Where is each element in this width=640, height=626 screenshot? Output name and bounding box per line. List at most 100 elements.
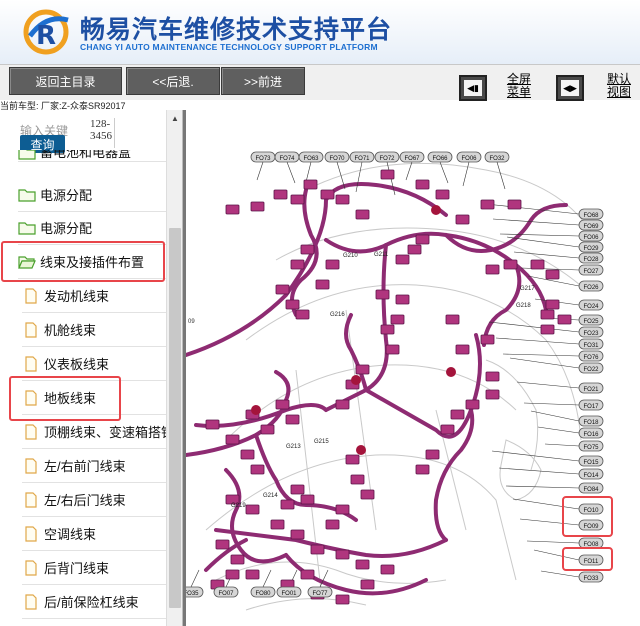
connector-block [545, 269, 560, 280]
sidebar-item-label: 后背门线束 [44, 561, 110, 576]
app-title: 畅易汽车维修技术支持平台 [80, 15, 393, 44]
harness-segment [186, 182, 448, 357]
connector-block [375, 289, 390, 300]
connector-block [380, 324, 395, 335]
sidebar-item-label: 后/前保险杠线束 [44, 595, 139, 610]
connector-block [275, 399, 290, 410]
connector-block [485, 371, 500, 382]
connector-block [300, 244, 315, 255]
forward-button[interactable]: >>前进 [221, 67, 305, 95]
connector-block [325, 259, 340, 270]
connector-block [300, 569, 315, 580]
sidebar-item-label: 仪表板线束 [44, 357, 110, 372]
connector-block [425, 449, 440, 460]
connector-label: FO29 [583, 246, 599, 252]
connector-label: FO80 [255, 591, 271, 597]
sidebar-item[interactable]: 左/右后门线束 [22, 483, 172, 517]
connector-label: FO23 [583, 331, 599, 337]
leader-line [523, 402, 580, 406]
connector-plug [251, 405, 261, 415]
connector-label: FO25 [583, 319, 599, 325]
leader-line [495, 337, 580, 345]
fullscreen-menu-link[interactable]: 全屏 菜单 [505, 73, 533, 99]
connector-block [225, 204, 240, 215]
connector-block [507, 199, 522, 210]
sidebar-item[interactable]: 线束及接插件布置 [18, 245, 168, 279]
connector-block [290, 529, 305, 540]
sidebar-item[interactable]: 地板线束 [22, 381, 172, 415]
connector-block [290, 194, 305, 205]
sidebar-scrollbar[interactable]: ▲ [166, 110, 182, 626]
connector-block [215, 539, 230, 550]
sidebar-item[interactable]: 仪表板线束 [22, 347, 172, 381]
connector-block [385, 344, 400, 355]
connector-block [450, 409, 465, 420]
connector-label: FO28 [583, 257, 599, 263]
file-icon [22, 287, 40, 304]
svg-text:R: R [36, 21, 56, 51]
home-button[interactable]: 返回主目录 [9, 67, 122, 95]
car-body-line [499, 439, 542, 501]
connector-block [455, 214, 470, 225]
default-view-icon[interactable]: ◀▶ [556, 75, 584, 101]
connector-label: FO73 [255, 156, 271, 162]
leader-line [540, 570, 580, 578]
sidebar-item-label: 蓄电池和电器盒 [40, 150, 132, 160]
sidebar-item[interactable]: 空调线束 [22, 517, 172, 551]
connector-block [485, 264, 500, 275]
fullscreen-menu-icon[interactable]: ◀▮ [459, 75, 487, 101]
search-input[interactable]: 128-3456 [90, 118, 114, 142]
sidebar-item[interactable]: 蓄电池和电器盒 [18, 150, 168, 162]
connectors [205, 169, 572, 605]
sidebar-item[interactable]: 后背门线束 [22, 551, 172, 585]
connector-label: FO67 [404, 156, 420, 162]
connector-label: FO31 [583, 343, 599, 349]
toolbar: 返回主目录 <<后退. >>前进 ◀▮ ◀▶ [0, 64, 640, 101]
connector-block [355, 209, 370, 220]
file-icon [22, 559, 40, 576]
leader-line [498, 467, 580, 475]
partial-label: 09 [188, 319, 195, 325]
connector-block [415, 179, 430, 190]
scroll-thumb[interactable] [169, 228, 181, 608]
connector-block [530, 259, 545, 270]
leader-line [336, 161, 346, 190]
default-view-link[interactable]: 默认 视图 [604, 73, 634, 99]
leader-line [286, 161, 296, 184]
connector-block [407, 244, 422, 255]
leader-line [526, 540, 580, 544]
file-icon [22, 423, 40, 440]
harness-segment [444, 203, 568, 253]
sidebar-item[interactable]: 后/前保险杠线束 [22, 585, 172, 619]
sidebar-item[interactable]: 电源分配 [18, 211, 168, 245]
sidebar-item[interactable]: 电源分配 [18, 178, 168, 212]
scroll-up-icon[interactable]: ▲ [167, 110, 182, 126]
sidebar-item[interactable]: 发动机线束 [22, 279, 172, 313]
connector-block [380, 169, 395, 180]
back-button[interactable]: <<后退. [126, 67, 220, 95]
sidebar-item[interactable]: 机舱线束 [22, 313, 172, 347]
file-icon [22, 321, 40, 338]
sidebar-item-label: 机舱线束 [44, 323, 97, 338]
connector-block [295, 309, 310, 320]
connector-labels: FO73 FO74 FO63 FO70 FO71 FO72 FO67 FO66 FO06 FO32… [186, 151, 604, 598]
connector-block [415, 464, 430, 475]
sidebar-item-label: 电源分配 [40, 221, 93, 236]
ground-label: G213 [286, 444, 301, 450]
connector-block [320, 189, 335, 200]
connector-label: FO09 [583, 524, 599, 530]
ground-label: G217 [520, 286, 535, 292]
connector-label: FO33 [583, 576, 599, 582]
connector-block [315, 279, 330, 290]
folder-icon [18, 187, 36, 203]
connector-block [335, 504, 350, 515]
sidebar-item[interactable]: 左/右前门线束 [22, 449, 172, 483]
leader-line [506, 236, 580, 248]
leader-line [513, 251, 580, 259]
connector-plug [356, 445, 366, 455]
connector-label: FO06 [461, 156, 477, 162]
connector-block [345, 454, 360, 465]
connector-block [455, 344, 470, 355]
sidebar-item-label: 线束及接插件布置 [40, 255, 145, 270]
sidebar-item[interactable]: 顶棚线束、变速箱搭铁线 [22, 415, 172, 449]
